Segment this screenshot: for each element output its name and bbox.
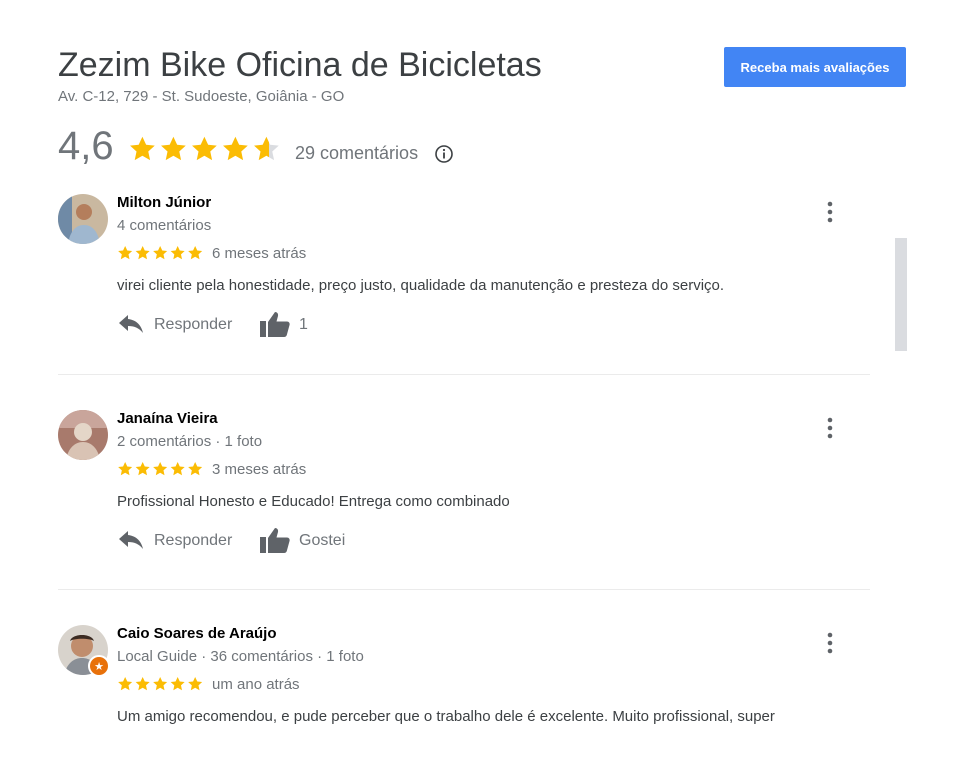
business-address: Av. C-12, 729 - St. Sudoeste, Goiânia - …: [58, 88, 345, 105]
reviews-count[interactable]: 29 comentários: [295, 143, 418, 164]
get-more-reviews-button[interactable]: Receba mais avaliações: [724, 47, 906, 87]
avatar[interactable]: [58, 194, 108, 244]
local-guide-badge-icon: ★: [88, 655, 110, 677]
avatar[interactable]: [58, 410, 108, 460]
star-icon: [153, 462, 168, 476]
reviewer-meta: 2 comentários · 1 foto: [117, 433, 263, 450]
review-time: 6 meses atrás: [212, 245, 307, 262]
reviewer-name[interactable]: Caio Soares de Araújo: [117, 625, 277, 642]
thumbs-up-icon[interactable]: [259, 526, 291, 554]
star-icon: [188, 246, 203, 260]
star-icon: [118, 677, 133, 691]
star-icon: [188, 462, 203, 476]
review-stars: [118, 246, 203, 260]
like-button[interactable]: Gostei: [299, 532, 345, 550]
review-stars: [118, 677, 203, 691]
star-icon: [161, 136, 186, 161]
more-options-icon[interactable]: [818, 416, 842, 440]
star-icon: [153, 677, 168, 691]
star-icon: [192, 136, 217, 161]
reply-icon[interactable]: [117, 528, 145, 552]
scrollbar-thumb[interactable]: [895, 238, 907, 351]
reviewer-meta: Local Guide · 36 comentários · 1 foto: [117, 648, 364, 665]
reply-icon[interactable]: [117, 312, 145, 336]
thumbs-up-icon[interactable]: [259, 310, 291, 338]
average-rating: 4,6: [58, 124, 114, 168]
star-icon: [118, 246, 133, 260]
star-icon: [223, 136, 248, 161]
rating-stars: [130, 136, 279, 161]
star-icon: [118, 462, 133, 476]
review-item: Milton Júnior 4 comentários 6 meses atrá…: [58, 194, 870, 344]
user-photo: [58, 410, 108, 460]
more-options-icon[interactable]: [818, 200, 842, 224]
divider: [58, 374, 870, 375]
info-icon[interactable]: [434, 144, 454, 164]
star-icon: [170, 677, 185, 691]
review-stars: [118, 462, 203, 476]
review-time: um ano atrás: [212, 676, 300, 693]
star-icon: [135, 246, 150, 260]
review-text: virei cliente pela honestidade, preço ju…: [117, 277, 725, 294]
like-count[interactable]: 1: [299, 316, 308, 334]
review-text: Um amigo recomendou, e pude perceber que…: [117, 708, 775, 724]
reviewer-meta: 4 comentários: [117, 217, 212, 234]
business-title: Zezim Bike Oficina de Bicicletas: [58, 46, 542, 84]
star-icon: [170, 462, 185, 476]
star-icon: [135, 677, 150, 691]
half-star-icon: [254, 136, 279, 161]
reply-button[interactable]: Responder: [154, 532, 232, 550]
reviewer-name[interactable]: Janaína Vieira: [117, 410, 218, 427]
review-item: Janaína Vieira 2 comentários · 1 foto 3 …: [58, 410, 870, 560]
review-item: ★ Caio Soares de Araújo Local Guide · 36…: [58, 625, 870, 725]
star-icon: [130, 136, 155, 161]
more-options-icon[interactable]: [818, 631, 842, 655]
divider: [58, 589, 870, 590]
reviewer-name[interactable]: Milton Júnior: [117, 194, 211, 211]
star-icon: [135, 462, 150, 476]
user-photo: [58, 194, 108, 244]
star-icon: [188, 677, 203, 691]
review-text: Profissional Honesto e Educado! Entrega …: [117, 493, 510, 510]
review-time: 3 meses atrás: [212, 461, 307, 478]
star-icon: [170, 246, 185, 260]
reply-button[interactable]: Responder: [154, 316, 232, 334]
star-icon: [153, 246, 168, 260]
